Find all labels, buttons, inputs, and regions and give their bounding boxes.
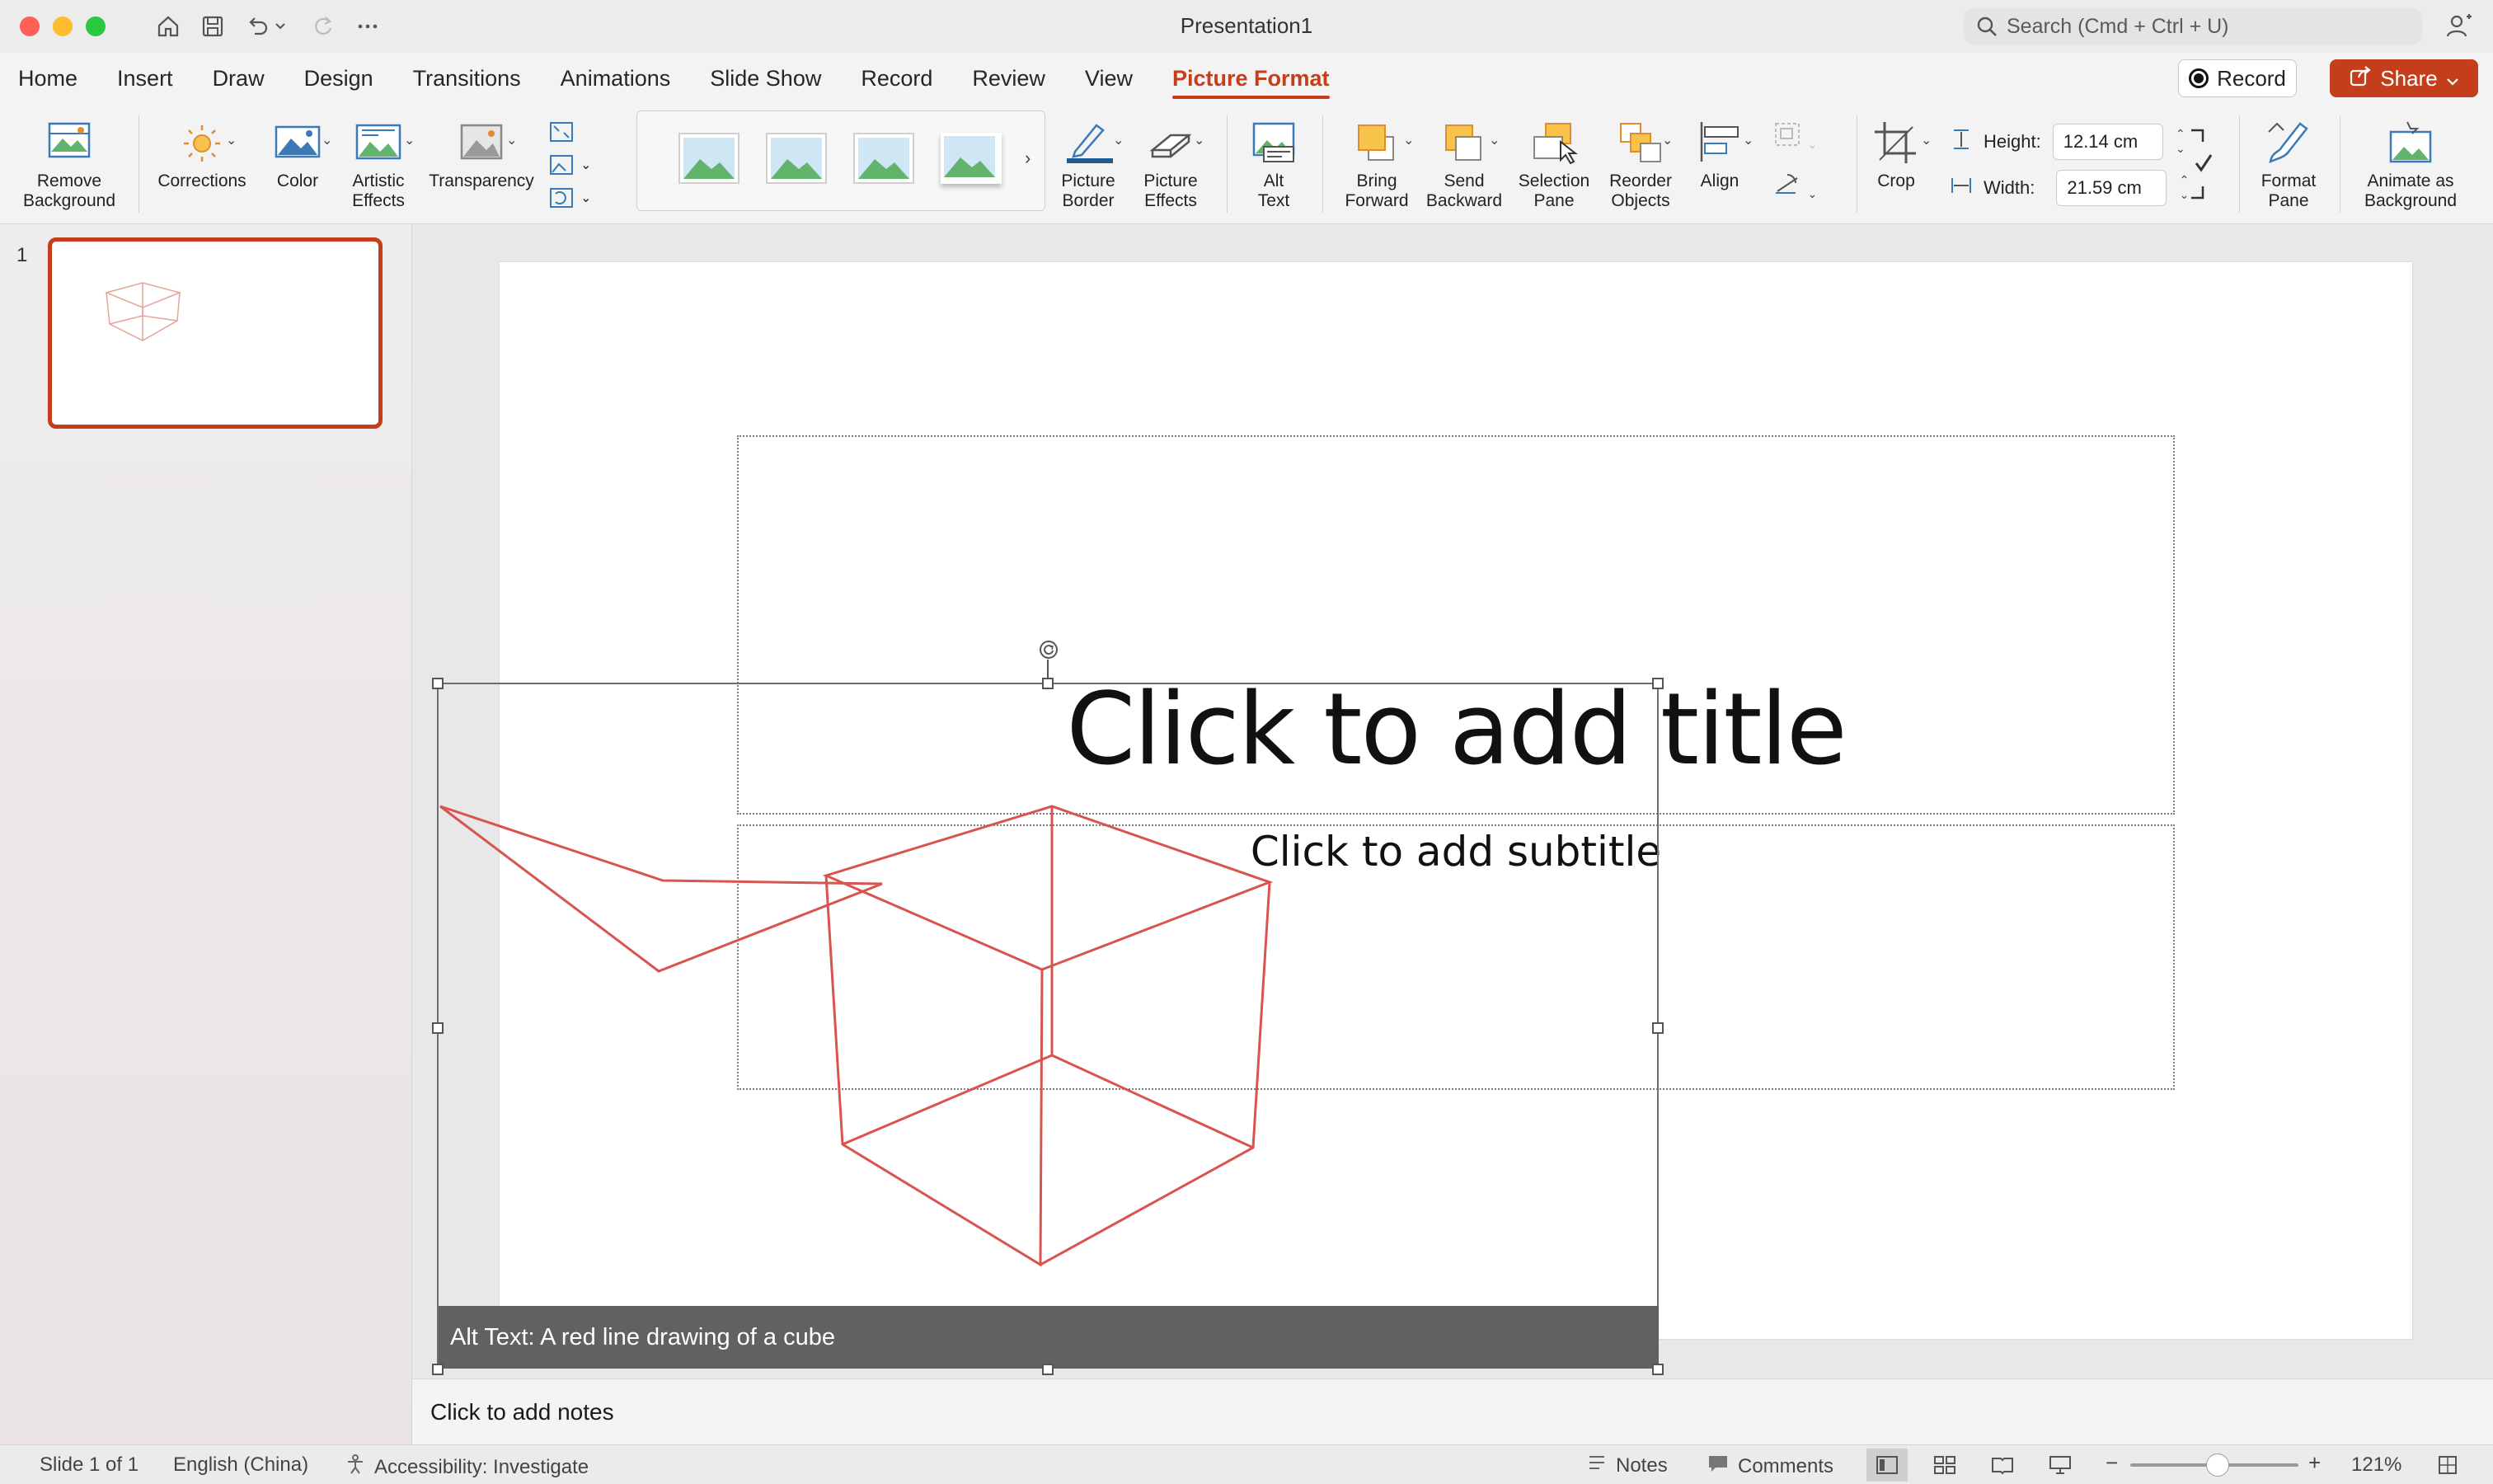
slide-show-icon: [2049, 1456, 2071, 1474]
comments-toggle-label: Comments: [1738, 1454, 1834, 1477]
zoom-out-button[interactable]: −: [2106, 1450, 2118, 1476]
resize-handle-bottom[interactable]: [1042, 1364, 1054, 1375]
notes-placeholder: Click to add notes: [430, 1398, 614, 1425]
comments-icon: [1707, 1453, 1730, 1479]
resize-handle-left[interactable]: [432, 1022, 444, 1034]
rotate-handle-stem: [1047, 660, 1049, 679]
zoom-level[interactable]: 121%: [2351, 1453, 2401, 1477]
resize-handle-top[interactable]: [1042, 678, 1054, 689]
zoom-slider-knob[interactable]: [2206, 1453, 2229, 1477]
notes-icon: [1586, 1453, 1608, 1477]
comments-toggle[interactable]: Comments: [1707, 1453, 1833, 1479]
language-status[interactable]: English (China): [173, 1453, 308, 1477]
rotate-handle-icon[interactable]: [1039, 640, 1059, 660]
slide-show-view-button[interactable]: [2040, 1449, 2081, 1482]
accessibility-status[interactable]: Accessibility: Investigate: [345, 1453, 589, 1481]
slide-sorter-view-button[interactable]: [1924, 1449, 1965, 1482]
fit-to-window-button[interactable]: [2427, 1449, 2468, 1482]
resize-handle-right[interactable]: [1652, 1022, 1664, 1034]
resize-handle-top-left[interactable]: [432, 678, 444, 689]
resize-handle-bottom-right[interactable]: [1652, 1364, 1664, 1375]
notes-pane[interactable]: Click to add notes: [412, 1378, 2493, 1444]
accessibility-label: Accessibility: Investigate: [374, 1455, 589, 1478]
resize-handle-top-right[interactable]: [1652, 678, 1664, 689]
reading-view-button[interactable]: [1982, 1449, 2023, 1482]
normal-view-icon: [1876, 1456, 1898, 1474]
accessibility-icon: [345, 1453, 366, 1481]
zoom-in-button[interactable]: +: [2308, 1450, 2321, 1476]
status-bar: Slide 1 of 1 English (China) Accessibili…: [0, 1444, 2493, 1484]
normal-view-button[interactable]: [1866, 1449, 1908, 1482]
notes-toggle-label: Notes: [1616, 1453, 1668, 1477]
slide-count: Slide 1 of 1: [40, 1453, 139, 1476]
reading-view-icon: [1992, 1458, 2013, 1475]
cube-line-art: [822, 805, 1274, 1267]
fit-to-window-icon: [2439, 1456, 2457, 1474]
slide-sorter-icon: [1934, 1456, 1955, 1474]
resize-handle-bottom-left[interactable]: [432, 1364, 444, 1375]
notes-toggle[interactable]: Notes: [1586, 1453, 1668, 1477]
alt-text-overlay: Alt Text: A red line drawing of a cube: [439, 1306, 1659, 1369]
